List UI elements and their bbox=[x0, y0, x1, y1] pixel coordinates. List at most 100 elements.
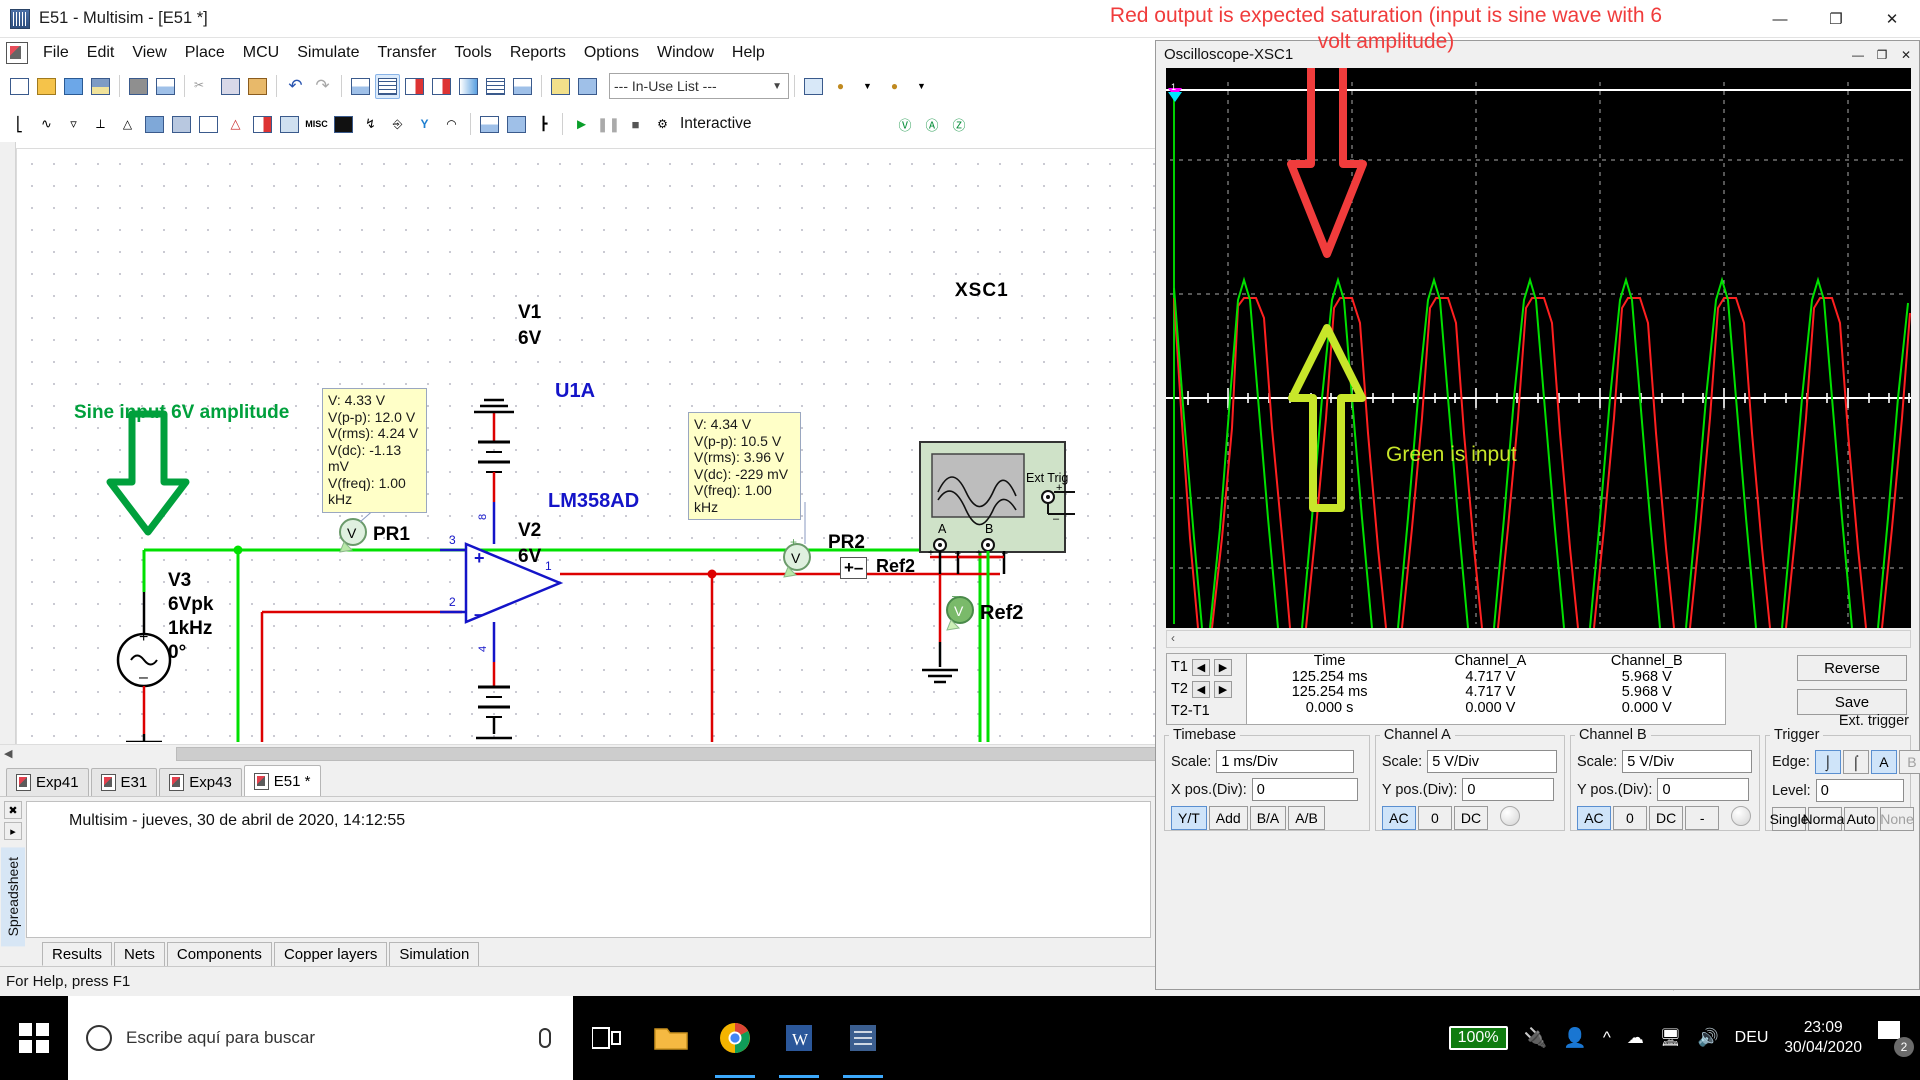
doc-tab-exp41[interactable]: Exp41 bbox=[6, 768, 89, 796]
design-toolbox-icon[interactable] bbox=[348, 73, 373, 99]
tab-results[interactable]: Results bbox=[42, 942, 113, 966]
place-indicator-icon[interactable] bbox=[250, 111, 275, 137]
zoom-fit-icon[interactable] bbox=[801, 73, 826, 99]
database-icon[interactable] bbox=[429, 73, 454, 99]
place-analog-icon[interactable]: △ bbox=[115, 111, 140, 137]
clock[interactable]: 23:09 30/04/2020 bbox=[1784, 1018, 1862, 1058]
open-file-icon[interactable] bbox=[34, 73, 59, 99]
zoom-in-icon[interactable]: ● bbox=[828, 73, 853, 99]
place-bus-icon[interactable] bbox=[504, 111, 529, 137]
channel-a-dc-button[interactable]: DC bbox=[1453, 806, 1489, 830]
place-ni-icon[interactable]: Y bbox=[412, 111, 437, 137]
voltage-probe-icon[interactable]: Ⓥ bbox=[892, 111, 918, 137]
trigger-auto-button[interactable]: Auto bbox=[1844, 807, 1879, 831]
place-basic-icon[interactable]: ∿ bbox=[34, 111, 59, 137]
save-icon[interactable] bbox=[88, 73, 113, 99]
current-probe-icon[interactable]: Ⓐ bbox=[919, 111, 945, 137]
trigger-level-input[interactable]: 0 bbox=[1815, 779, 1905, 802]
file-explorer-icon[interactable] bbox=[649, 1016, 693, 1060]
oscilloscope-display[interactable]: 1 Green is input bbox=[1166, 68, 1911, 628]
place-misc-digital-icon[interactable] bbox=[196, 111, 221, 137]
channel-b-invert-button[interactable]: - bbox=[1685, 806, 1720, 830]
place-electromech-icon[interactable]: ⎆ bbox=[385, 111, 410, 137]
tab-components[interactable]: Components bbox=[166, 942, 272, 966]
mode-yt-button[interactable]: Y/T bbox=[1171, 806, 1207, 830]
menu-place[interactable]: Place bbox=[176, 42, 234, 64]
word-icon[interactable]: W bbox=[777, 1016, 821, 1078]
pause-simulation-icon[interactable]: ❚❚ bbox=[596, 111, 621, 137]
spreadsheet-view-icon[interactable] bbox=[375, 73, 400, 99]
menu-simulate[interactable]: Simulate bbox=[288, 42, 368, 64]
print-icon[interactable] bbox=[126, 73, 151, 99]
new-file-icon[interactable] bbox=[7, 73, 32, 99]
menu-view[interactable]: View bbox=[123, 42, 175, 64]
place-source-icon[interactable]: ⎣ bbox=[7, 111, 32, 137]
channel-a-knob[interactable] bbox=[1500, 806, 1521, 826]
zoom-dropdown2-icon[interactable]: ▼ bbox=[909, 73, 934, 99]
place-tt l-icon[interactable] bbox=[142, 111, 167, 137]
trigger-single-button[interactable]: Single bbox=[1770, 807, 1808, 831]
cut-icon[interactable]: ✂ bbox=[191, 73, 216, 99]
menu-reports[interactable]: Reports bbox=[501, 42, 575, 64]
place-advanced-icon[interactable] bbox=[331, 111, 356, 137]
place-rf-icon[interactable]: ↯ bbox=[358, 111, 383, 137]
menu-options[interactable]: Options bbox=[575, 42, 648, 64]
place-misc-icon[interactable]: MISC bbox=[304, 111, 329, 137]
t1-left-arrow-icon[interactable]: ◀ bbox=[1191, 658, 1210, 676]
menu-edit[interactable]: Edit bbox=[78, 42, 124, 64]
timebase-scale-input[interactable]: 1 ms/Div bbox=[1216, 750, 1355, 773]
paste-icon[interactable] bbox=[245, 73, 270, 99]
expand-spreadsheet-button[interactable]: ▸ bbox=[4, 822, 22, 840]
zoom-dropdown-icon[interactable]: ▼ bbox=[855, 73, 880, 99]
channel-b-scale-input[interactable]: 5 V/Div bbox=[1622, 750, 1753, 773]
place-cmos-icon[interactable] bbox=[169, 111, 194, 137]
back-annotate-icon[interactable] bbox=[575, 73, 600, 99]
network-icon[interactable]: 🖥 bbox=[1660, 1028, 1682, 1048]
trigger-rising-edge-icon[interactable]: ⌡ bbox=[1814, 750, 1841, 774]
stop-simulation-icon[interactable]: ■ bbox=[623, 111, 648, 137]
maximize-button[interactable]: ❐ bbox=[1808, 0, 1864, 38]
place-hierarchical-icon[interactable] bbox=[477, 111, 502, 137]
scroll-left-icon[interactable]: ◀ bbox=[0, 747, 16, 760]
oscilloscope-maximize-button[interactable]: ❐ bbox=[1871, 45, 1893, 65]
menu-mcu[interactable]: MCU bbox=[234, 42, 288, 64]
close-spreadsheet-button[interactable]: ✖ bbox=[4, 801, 22, 819]
channel-b-ac-button[interactable]: AC bbox=[1576, 806, 1611, 830]
oscilloscope-close-button[interactable]: ✕ bbox=[1895, 45, 1917, 65]
doc-tab-e51[interactable]: E51 * bbox=[243, 765, 321, 796]
close-button[interactable]: ✕ bbox=[1864, 0, 1920, 38]
t2-right-arrow-icon[interactable]: ▶ bbox=[1213, 680, 1232, 698]
place-transistor-icon[interactable]: ⟂ bbox=[88, 111, 113, 137]
tab-copper-layers[interactable]: Copper layers bbox=[273, 942, 388, 966]
place-junction-icon[interactable]: ┣ bbox=[531, 111, 556, 137]
trigger-source-a-button[interactable]: A bbox=[1870, 750, 1897, 774]
place-power-icon[interactable] bbox=[277, 111, 302, 137]
mode-ab-button[interactable]: A/B bbox=[1288, 806, 1325, 830]
start-button[interactable] bbox=[0, 996, 68, 1080]
trigger-falling-edge-icon[interactable]: ⌠ bbox=[1842, 750, 1869, 774]
redo-icon[interactable]: ↷ bbox=[310, 73, 335, 99]
show-hidden-icons-icon[interactable]: ^ bbox=[1603, 1028, 1611, 1048]
battery-status[interactable]: 100% bbox=[1448, 1026, 1508, 1050]
run-simulation-icon[interactable]: ► bbox=[569, 111, 594, 137]
volume-icon[interactable]: 🔊 bbox=[1697, 1028, 1718, 1048]
menu-transfer[interactable]: Transfer bbox=[368, 42, 445, 64]
trigger-source-b-button[interactable]: B bbox=[1898, 750, 1920, 774]
trigger-none-button[interactable]: None bbox=[1880, 807, 1915, 831]
people-icon[interactable]: 👤 bbox=[1563, 1026, 1587, 1050]
probe-settings-icon[interactable]: Ⓩ bbox=[946, 111, 972, 137]
doc-tab-e31[interactable]: E31 bbox=[90, 768, 158, 796]
mode-add-button[interactable]: Add bbox=[1208, 806, 1248, 830]
menu-file[interactable]: File bbox=[34, 42, 78, 64]
copy-icon[interactable] bbox=[218, 73, 243, 99]
menu-window[interactable]: Window bbox=[648, 42, 723, 64]
in-use-list-combo[interactable]: --- In-Use List --- ▼ bbox=[609, 73, 789, 99]
timebase-xpos-input[interactable]: 0 bbox=[1251, 778, 1358, 801]
tab-nets[interactable]: Nets bbox=[114, 942, 165, 966]
oscilloscope-window[interactable]: Oscilloscope-XSC1 — ❐ ✕ 1 Green is input… bbox=[1110, 4, 1920, 990]
print-preview-icon[interactable] bbox=[153, 73, 178, 99]
t1-right-arrow-icon[interactable]: ▶ bbox=[1213, 658, 1232, 676]
save-button[interactable]: Save bbox=[1797, 689, 1907, 715]
oscilloscope-minimize-button[interactable]: — bbox=[1847, 45, 1869, 65]
onedrive-icon[interactable]: ☁ bbox=[1627, 1028, 1644, 1048]
